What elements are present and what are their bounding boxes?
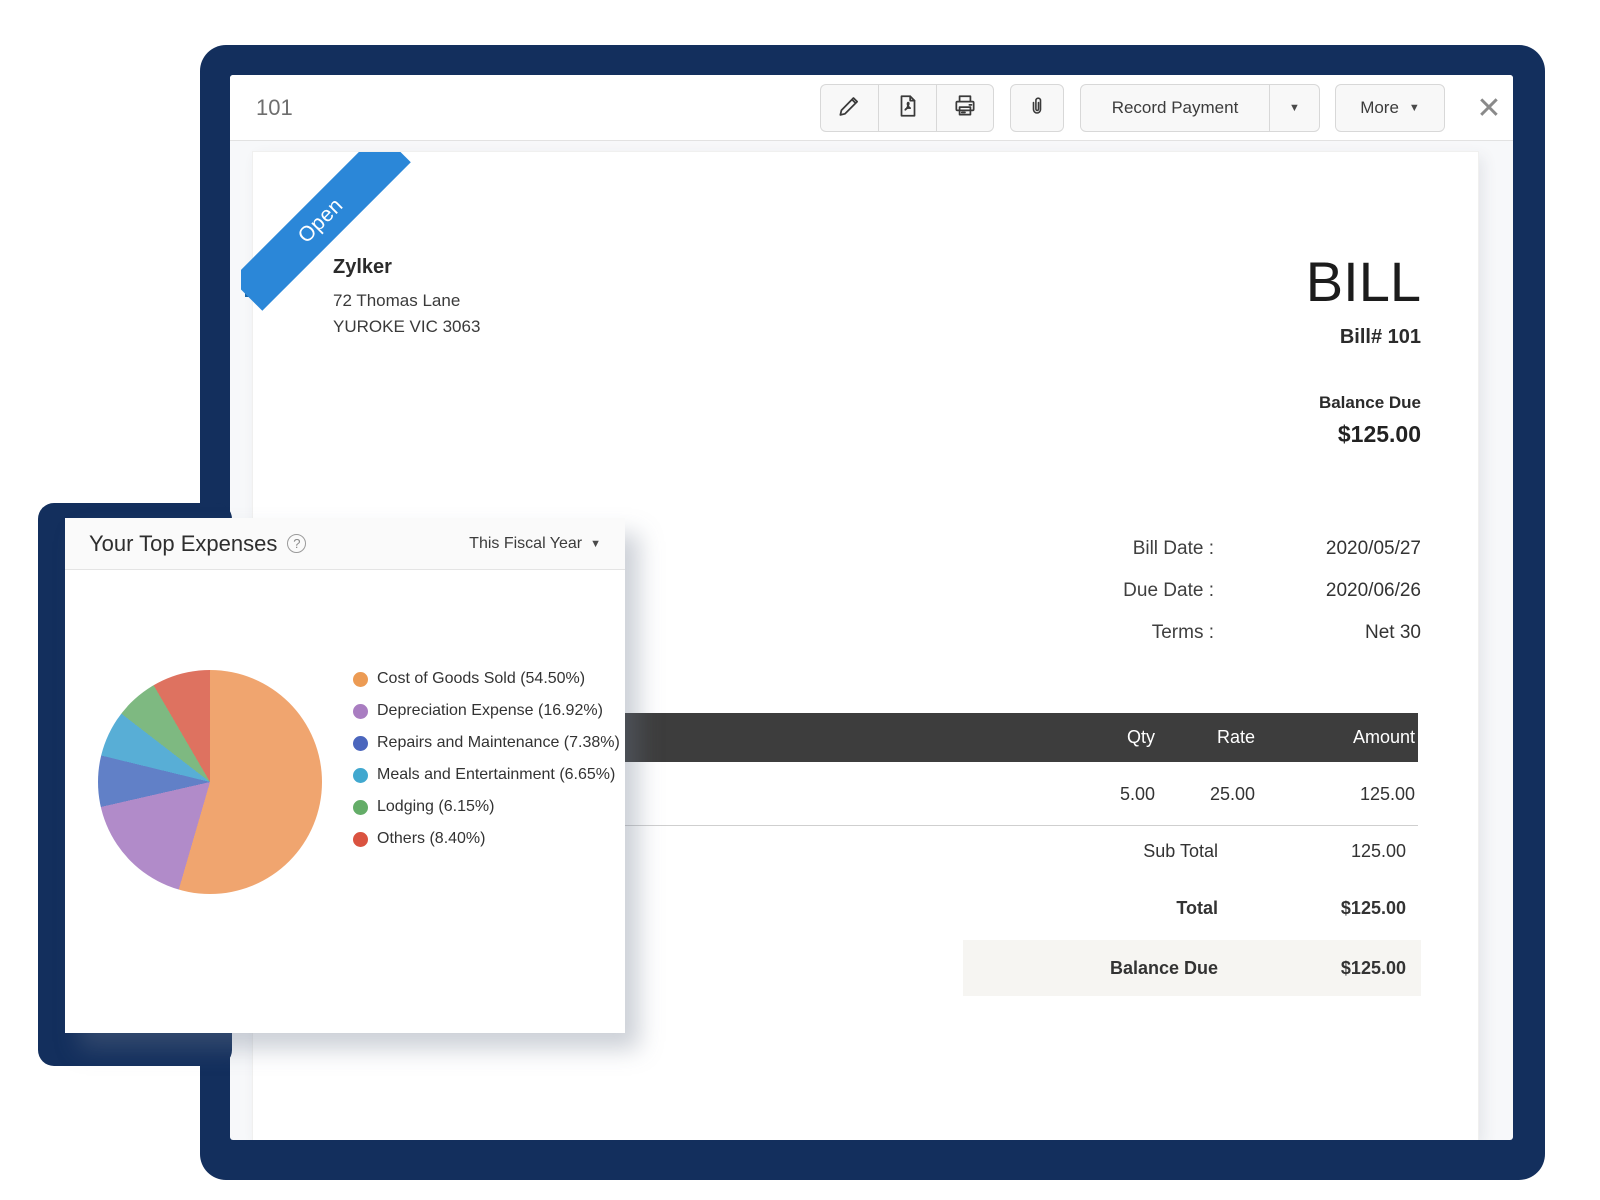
document-type-title: BILL xyxy=(1306,252,1421,312)
record-payment-label: Record Payment xyxy=(1112,98,1239,118)
totals-section: Sub Total 125.00 Total $125.00 Balance D… xyxy=(963,836,1421,996)
legend-label: Cost of Goods Sold (54.50%) xyxy=(377,670,585,688)
total-value: $125.00 xyxy=(1218,898,1421,919)
balance-due-row-label: Balance Due xyxy=(963,958,1218,979)
help-icon[interactable]: ? xyxy=(287,534,306,553)
sub-total-value: 125.00 xyxy=(1218,841,1421,862)
legend-item: Depreciation Expense (16.92%) xyxy=(353,700,620,722)
bill-date-row: Bill Date : 2020/05/27 xyxy=(974,538,1421,560)
balance-due-row: Balance Due $125.00 xyxy=(963,940,1421,996)
more-label: More xyxy=(1360,98,1399,118)
printer-icon xyxy=(952,93,978,124)
bill-header: BILL Bill# 101 Balance Due $125.00 xyxy=(1306,252,1421,448)
due-date-value: 2020/06/26 xyxy=(1214,580,1421,602)
bill-number: Bill# 101 xyxy=(1306,326,1421,349)
total-label: Total xyxy=(963,898,1218,919)
print-button[interactable] xyxy=(936,84,994,132)
rate-cell: 25.00 xyxy=(1165,762,1255,826)
amount-cell: 125.00 xyxy=(1275,762,1415,826)
bill-date-label: Bill Date : xyxy=(974,538,1214,560)
period-label: This Fiscal Year xyxy=(469,535,582,553)
sub-total-label: Sub Total xyxy=(963,841,1218,862)
legend-label: Lodging (6.15%) xyxy=(377,798,494,816)
vendor-address-line1: 72 Thomas Lane xyxy=(333,288,480,314)
close-icon: ✕ xyxy=(1476,91,1501,126)
close-button[interactable]: ✕ xyxy=(1468,87,1510,129)
record-payment-button[interactable]: Record Payment xyxy=(1080,84,1270,132)
expenses-pie-chart xyxy=(98,670,322,894)
chevron-down-icon: ▼ xyxy=(1289,102,1300,114)
legend-dot-icon xyxy=(353,768,368,783)
expenses-card-header: Your Top Expenses ? This Fiscal Year ▼ xyxy=(65,518,625,570)
legend-item: Lodging (6.15%) xyxy=(353,796,620,818)
balance-due-value: $125.00 xyxy=(1306,421,1421,448)
vendor-block: Zylker 72 Thomas Lane YUROKE VIC 3063 xyxy=(333,256,480,340)
expenses-legend: Cost of Goods Sold (54.50%) Depreciation… xyxy=(353,668,620,860)
record-payment-dropdown-button[interactable]: ▼ xyxy=(1270,84,1320,132)
legend-item: Meals and Entertainment (6.65%) xyxy=(353,764,620,786)
legend-dot-icon xyxy=(353,800,368,815)
legend-label: Meals and Entertainment (6.65%) xyxy=(377,766,615,784)
terms-value: Net 30 xyxy=(1214,622,1421,644)
legend-dot-icon xyxy=(353,672,368,687)
chevron-down-icon: ▼ xyxy=(590,538,601,550)
document-actions-group xyxy=(820,84,994,132)
vendor-name: Zylker xyxy=(333,256,480,279)
paperclip-icon xyxy=(1025,94,1049,123)
legend-dot-icon xyxy=(353,704,368,719)
top-expenses-card: Your Top Expenses ? This Fiscal Year ▼ C… xyxy=(65,518,625,1033)
sub-total-row: Sub Total 125.00 xyxy=(963,836,1421,866)
rate-column-header: Rate xyxy=(1165,713,1255,762)
total-row: Total $125.00 xyxy=(963,893,1421,923)
due-date-label: Due Date : xyxy=(974,580,1214,602)
balance-due-row-value: $125.00 xyxy=(1218,958,1421,979)
due-date-row: Due Date : 2020/06/26 xyxy=(974,580,1421,602)
vendor-address-line2: YUROKE VIC 3063 xyxy=(333,314,480,340)
export-pdf-button[interactable] xyxy=(878,84,936,132)
attachment-button[interactable] xyxy=(1010,84,1064,132)
pencil-icon xyxy=(837,93,863,124)
legend-label: Others (8.40%) xyxy=(377,830,485,848)
period-selector[interactable]: This Fiscal Year ▼ xyxy=(469,535,601,553)
chevron-down-icon: ▼ xyxy=(1409,102,1420,114)
amount-column-header: Amount xyxy=(1275,713,1415,762)
document-number: 101 xyxy=(256,95,293,121)
pdf-icon xyxy=(895,93,921,124)
toolbar: 101 xyxy=(230,75,1513,141)
legend-item: Others (8.40%) xyxy=(353,828,620,850)
bill-date-value: 2020/05/27 xyxy=(1214,538,1421,560)
bill-meta: Bill Date : 2020/05/27 Due Date : 2020/0… xyxy=(974,538,1421,664)
expenses-title: Your Top Expenses xyxy=(89,531,277,557)
legend-label: Depreciation Expense (16.92%) xyxy=(377,702,603,720)
terms-label: Terms : xyxy=(974,622,1214,644)
qty-column-header: Qty xyxy=(1035,713,1155,762)
qty-cell: 5.00 xyxy=(1035,762,1155,826)
legend-dot-icon xyxy=(353,736,368,751)
more-button[interactable]: More ▼ xyxy=(1335,84,1445,132)
edit-button[interactable] xyxy=(820,84,878,132)
legend-item: Repairs and Maintenance (7.38%) xyxy=(353,732,620,754)
legend-item: Cost of Goods Sold (54.50%) xyxy=(353,668,620,690)
terms-row: Terms : Net 30 xyxy=(974,622,1421,644)
balance-due-label: Balance Due xyxy=(1306,393,1421,413)
legend-dot-icon xyxy=(353,832,368,847)
legend-label: Repairs and Maintenance (7.38%) xyxy=(377,734,620,752)
